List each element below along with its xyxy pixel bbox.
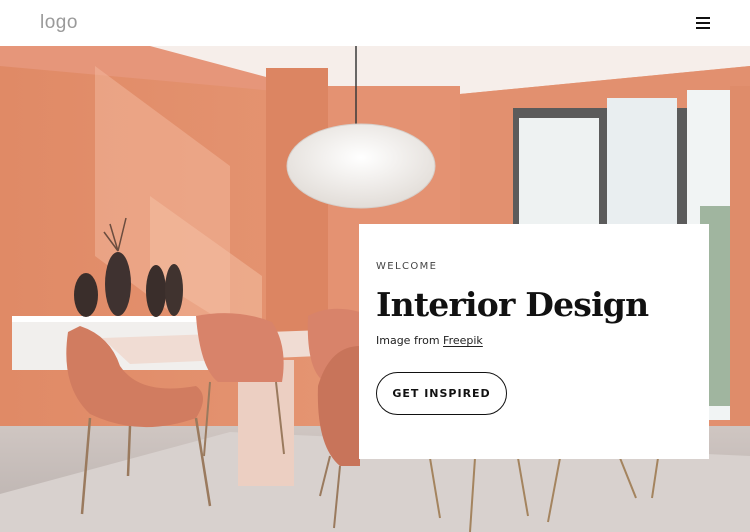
top-bar: logo (0, 0, 750, 46)
welcome-card: WELCOME Interior Design Image from Freep… (359, 224, 709, 459)
welcome-eyebrow: WELCOME (376, 261, 438, 272)
get-inspired-button[interactable]: GET INSPIRED (376, 372, 507, 416)
image-credit: Image from Freepik (376, 334, 692, 347)
page-title: Interior Design (376, 285, 649, 324)
hamburger-menu-icon[interactable] (695, 15, 711, 31)
freepik-link[interactable]: Freepik (443, 334, 483, 347)
credit-prefix: Image from (376, 334, 440, 348)
site-logo[interactable]: logo (40, 12, 78, 34)
